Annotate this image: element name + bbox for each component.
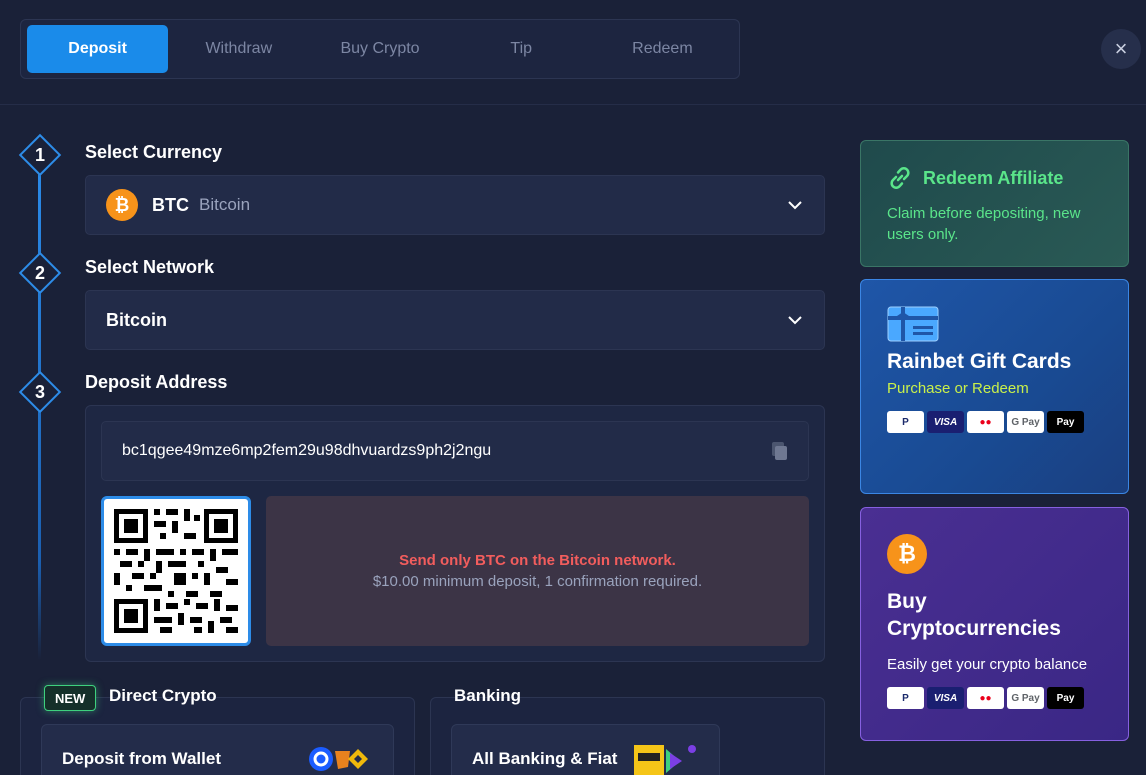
chevron-down-icon [788, 316, 802, 325]
currency-symbol: BTC [152, 194, 189, 215]
google-pay-icon: G Pay [1007, 687, 1044, 709]
network-select[interactable]: Bitcoin [85, 290, 825, 350]
gift-cards-card[interactable]: Rainbet Gift Cards Purchase or Redeem P … [860, 279, 1129, 494]
chevron-down-icon [788, 201, 802, 210]
close-icon: × [1114, 36, 1128, 61]
deposit-address-panel: bc1qgee49mze6mp2fem29u98dhvuardzs9ph2j2n… [85, 405, 825, 662]
step-timeline [38, 170, 41, 660]
buy-crypto-card[interactable]: ₿ Buy Cryptocurrencies Easily get your c… [860, 507, 1129, 741]
deposit-requirements-text: $10.00 minimum deposit, 1 confirmation r… [372, 573, 703, 590]
tab-withdraw[interactable]: Withdraw [168, 25, 309, 73]
wallet-logos-icon [309, 747, 368, 771]
all-banking-fiat-label: All Banking & Fiat [472, 749, 618, 768]
tab-buy-crypto[interactable]: Buy Crypto [309, 25, 450, 73]
select-network-label: Select Network [85, 257, 215, 277]
link-icon [890, 167, 910, 189]
redeem-affiliate-title: Redeem Affiliate [923, 167, 1064, 188]
redeem-affiliate-card[interactable]: Redeem Affiliate Claim before depositing… [860, 140, 1129, 267]
mastercard-icon: ●● [967, 411, 1004, 433]
mastercard-icon: ●● [967, 687, 1004, 709]
currency-name: Bitcoin [199, 195, 251, 214]
close-button[interactable]: × [1101, 29, 1141, 69]
bitcoin-icon: ₿ [106, 189, 138, 221]
deposit-address-field[interactable]: bc1qgee49mze6mp2fem29u98dhvuardzs9ph2j2n… [101, 421, 809, 481]
direct-crypto-title: Direct Crypto [109, 686, 217, 705]
deposit-warning: Send only BTC on the Bitcoin network. $1… [266, 496, 809, 646]
qr-code-image [114, 509, 238, 633]
deposit-tabs: Deposit Withdraw Buy Crypto Tip Redeem [20, 19, 740, 79]
visa-icon: VISA [927, 411, 964, 433]
apple-pay-icon: Pay [1047, 411, 1084, 433]
gift-cards-title: Rainbet Gift Cards [887, 350, 1072, 373]
tab-redeem[interactable]: Redeem [592, 25, 733, 73]
step-3-number: 3 [34, 381, 45, 402]
gift-card-icon [887, 306, 939, 342]
new-badge: NEW [44, 685, 97, 711]
payment-methods: P VISA ●● G Pay Pay [887, 411, 1102, 433]
tab-deposit[interactable]: Deposit [27, 25, 169, 73]
buy-crypto-desc: Easily get your crypto balance [887, 656, 1088, 673]
paypal-icon: P [887, 687, 924, 709]
payment-methods: P VISA ●● G Pay Pay [887, 687, 1102, 709]
step-1-number: 1 [34, 144, 45, 165]
banking-title: Banking [454, 686, 522, 705]
apple-pay-icon: Pay [1047, 687, 1084, 709]
redeem-affiliate-desc: Claim before depositing, new users only. [887, 205, 1081, 243]
select-currency-label: Select Currency [85, 142, 223, 162]
gift-cards-subtitle: Purchase or Redeem [887, 380, 1029, 397]
deposit-warning-text: Send only BTC on the Bitcoin network. [399, 552, 676, 569]
deposit-from-wallet-label: Deposit from Wallet [62, 749, 221, 768]
deposit-address-text[interactable]: bc1qgee49mze6mp2fem29u98dhvuardzs9ph2j2n… [122, 442, 491, 460]
paypal-icon: P [887, 411, 924, 433]
header-divider [0, 104, 1146, 105]
deposit-address-label: Deposit Address [85, 372, 228, 392]
copy-icon[interactable] [770, 442, 788, 460]
bitcoin-icon: ₿ [887, 534, 927, 574]
network-name: Bitcoin [106, 309, 167, 330]
buy-crypto-title: Buy Cryptocurrencies [887, 590, 1061, 640]
visa-icon: VISA [927, 687, 964, 709]
deposit-from-wallet-card[interactable]: Deposit from Wallet [41, 724, 394, 775]
step-2-number: 2 [34, 262, 45, 283]
google-pay-icon: G Pay [1007, 411, 1044, 433]
qr-code [101, 496, 251, 646]
currency-select[interactable]: ₿ BTC Bitcoin [85, 175, 825, 235]
banking-logos-icon [634, 745, 696, 775]
all-banking-fiat-card[interactable]: All Banking & Fiat [451, 724, 720, 775]
tab-tip[interactable]: Tip [451, 25, 592, 73]
